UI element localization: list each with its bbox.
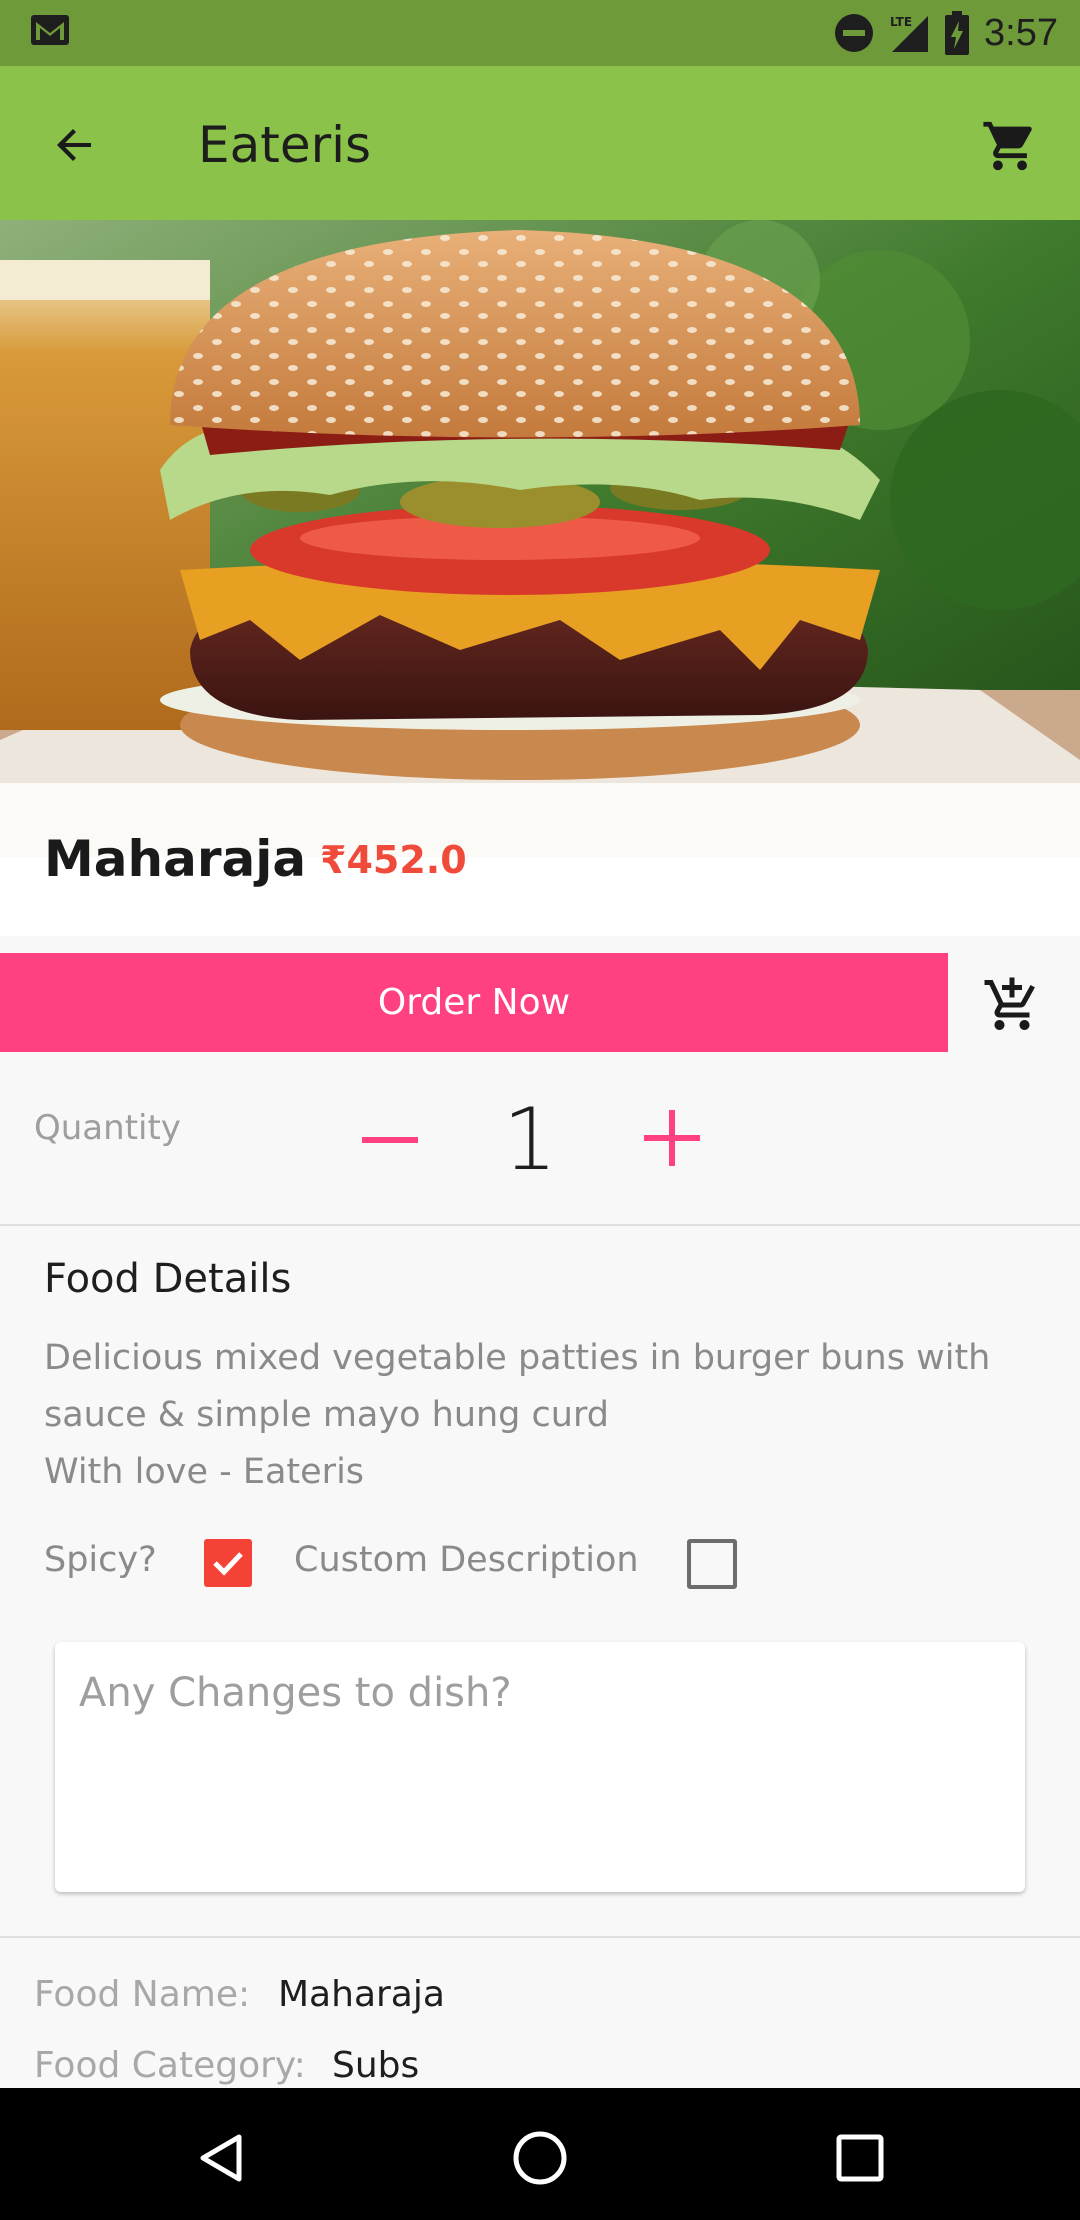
minus-icon [362, 1137, 418, 1143]
spicy-checkbox[interactable] [204, 1539, 252, 1587]
navigation-bar [0, 2088, 1080, 2220]
add-shopping-cart-icon [984, 977, 1035, 1030]
nav-home-button[interactable] [500, 2118, 580, 2198]
app-bar: Eateris [0, 66, 1080, 220]
do-not-disturb-icon [835, 14, 874, 52]
cart-button[interactable] [970, 106, 1050, 186]
lte-signal-icon: LTE [890, 15, 929, 52]
quantity-label: Quantity [34, 1108, 181, 1148]
description-line: Delicious mixed vegetable patties in bur… [44, 1338, 991, 1378]
add-to-cart-button[interactable] [972, 965, 1052, 1045]
nav-back-icon [200, 2134, 242, 2182]
burger-image [0, 220, 1080, 857]
back-button[interactable] [40, 110, 110, 180]
food-details-title: Food Details [44, 1256, 292, 1302]
food-name-value: Maharaja [278, 1974, 445, 2015]
description-signature: With love - Eateris [44, 1452, 365, 1492]
decrease-quantity-button[interactable] [350, 1100, 430, 1180]
plus-icon [644, 1110, 700, 1166]
food-name-label: Food Name: [34, 1974, 251, 2015]
food-title: Maharaja [44, 830, 307, 888]
nav-recents-icon [836, 2134, 884, 2182]
changes-input[interactable] [77, 1662, 1001, 1724]
status-bar: LTE 3:57 [0, 0, 1080, 66]
description-line: sauce & simple mayo hung curd [44, 1395, 609, 1435]
cart-icon [983, 121, 1032, 171]
increase-quantity-button[interactable] [632, 1098, 712, 1178]
status-time: 3:57 [984, 11, 1058, 54]
back-arrow-icon [57, 129, 91, 161]
changes-card [55, 1642, 1025, 1892]
spicy-label: Spicy? [44, 1540, 157, 1580]
checkmark-icon [213, 1552, 243, 1576]
food-description: Delicious mixed vegetable patties in bur… [44, 1330, 1044, 1501]
gmail-icon [31, 15, 69, 45]
nav-home-icon [513, 2131, 567, 2185]
custom-description-checkbox[interactable] [687, 1539, 737, 1589]
app-title: Eateris [198, 116, 372, 174]
order-now-button[interactable]: Order Now [0, 953, 948, 1052]
divider [0, 1224, 1080, 1226]
status-icons: LTE 3:57 [834, 8, 1058, 58]
food-price: ₹452.0 [320, 838, 467, 882]
divider [0, 1936, 1080, 1938]
nav-back-button[interactable] [182, 2118, 262, 2198]
food-category-value: Subs [332, 2045, 420, 2086]
custom-description-label: Custom Description [294, 1540, 639, 1580]
quantity-value: 1 [502, 1090, 558, 1190]
food-image [0, 220, 1080, 857]
nav-recents-button[interactable] [820, 2118, 900, 2198]
food-category-label: Food Category: [34, 2045, 306, 2086]
svg-text:LTE: LTE [890, 15, 912, 29]
battery-charging-icon [945, 11, 970, 55]
